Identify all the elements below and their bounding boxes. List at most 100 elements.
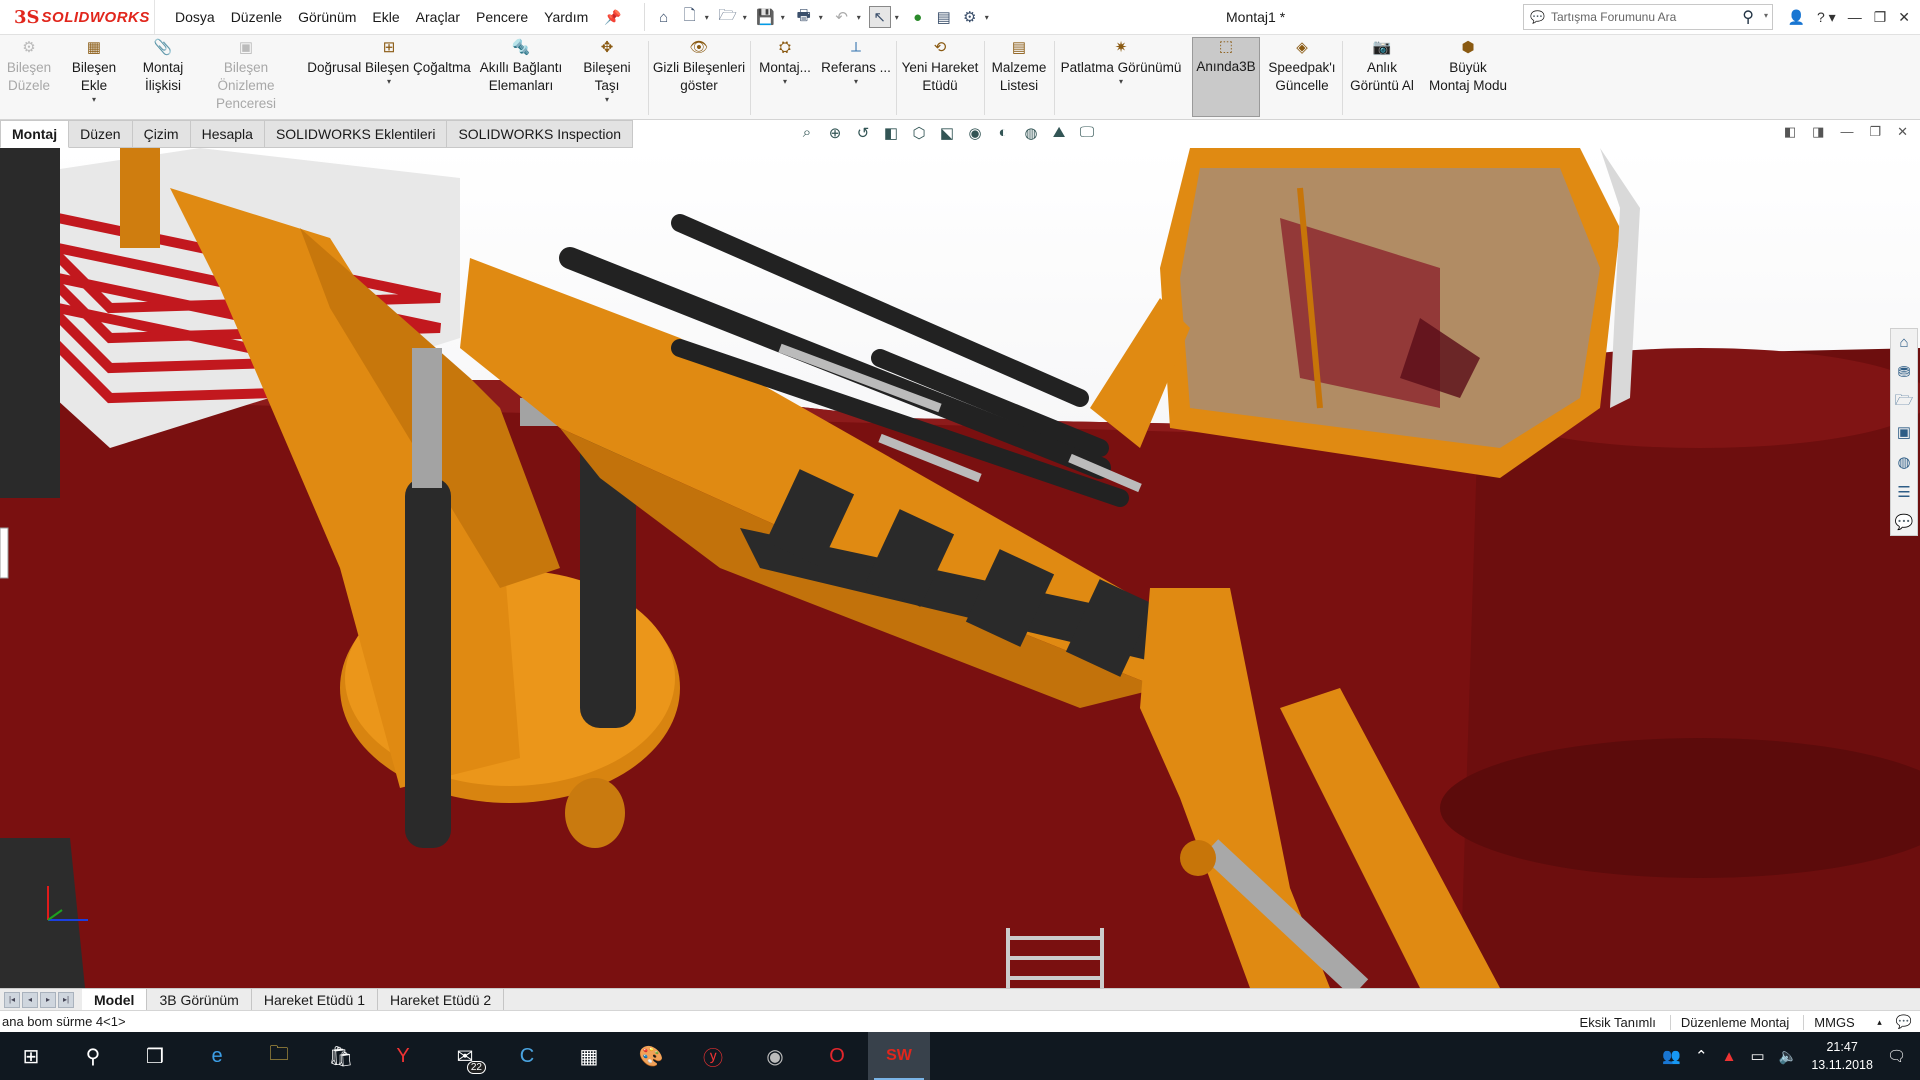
battery-icon[interactable]: ▭ xyxy=(1750,1047,1764,1065)
menu-window[interactable]: Pencere xyxy=(468,9,536,25)
show-hidden-components-button[interactable]: 👁 Gizli Bileşenleri göster xyxy=(652,39,746,95)
chevron-down-icon[interactable]: ▾ xyxy=(304,77,474,87)
ccleaner-icon[interactable]: C xyxy=(496,1032,558,1080)
restore-icon[interactable]: ❐ xyxy=(1874,9,1887,26)
store-icon[interactable]: 🛍 xyxy=(310,1032,372,1080)
tile-left-icon[interactable]: ◧ xyxy=(1784,124,1796,140)
user-icon[interactable]: 👤 xyxy=(1788,9,1805,26)
bill-of-materials-button[interactable]: ▤ Malzeme Listesi xyxy=(988,39,1050,95)
chevron-down-icon[interactable]: ▾ xyxy=(1764,11,1768,20)
viewport-close-icon[interactable]: ✕ xyxy=(1897,124,1908,140)
tab-assembly[interactable]: Montaj xyxy=(0,120,70,148)
linear-pattern-button[interactable]: ⊞ Doğrusal Bileşen Çoğaltma ▾ xyxy=(304,39,474,87)
chevron-down-icon[interactable]: ▾ xyxy=(985,13,993,22)
edit-component-button[interactable]: ⚙ Bileşen Düzele xyxy=(6,39,52,95)
appearances-icon[interactable]: ◍ xyxy=(1891,449,1917,475)
chevron-down-icon[interactable]: ▾ xyxy=(895,13,903,22)
antivirus-icon[interactable]: ▲ xyxy=(1722,1048,1737,1065)
chevron-down-icon[interactable]: ▾ xyxy=(819,13,827,22)
volume-icon[interactable]: 🔈 xyxy=(1779,1047,1798,1065)
appearance-icon[interactable]: ◍ xyxy=(1020,124,1042,142)
menu-tools[interactable]: Araçlar xyxy=(408,9,468,25)
chevron-down-icon[interactable]: ▾ xyxy=(1058,77,1184,87)
media-player-icon[interactable]: ◉ xyxy=(744,1032,806,1080)
search-icon[interactable]: ⚲ xyxy=(62,1032,124,1080)
units-selector[interactable]: MMGS xyxy=(1803,1014,1863,1030)
options-gear-icon[interactable]: ⚙ xyxy=(959,6,981,28)
chevron-down-icon[interactable]: ▾ xyxy=(743,13,751,22)
minimize-icon[interactable]: — xyxy=(1848,9,1862,25)
save-icon[interactable]: 💾 xyxy=(755,6,777,28)
opera-browser-icon[interactable]: O xyxy=(806,1032,868,1080)
task-view-icon[interactable]: ❒ xyxy=(124,1032,186,1080)
graphics-area[interactable]: ⌂ ⛃ 🗁 ▣ ◍ ☰ 💬 xyxy=(0,148,1920,988)
paint-icon[interactable]: 🎨 xyxy=(620,1032,682,1080)
menu-edit[interactable]: Düzenle xyxy=(223,9,290,25)
select-pointer-icon[interactable]: ↖ xyxy=(868,6,891,28)
home-icon[interactable]: ⌂ xyxy=(653,6,675,28)
mate-button[interactable]: 📎 Montaj İlişkisi xyxy=(138,39,188,95)
view-settings-icon[interactable]: 🖵 xyxy=(1076,124,1098,142)
pin-icon[interactable]: 📌 xyxy=(596,9,629,26)
take-snapshot-button[interactable]: 📷 Anlık Görüntü Al xyxy=(1346,39,1418,95)
dynamic-annotation-icon[interactable]: ⬡ xyxy=(908,124,930,142)
tab-inspection[interactable]: SOLIDWORKS Inspection xyxy=(447,120,634,148)
custom-properties-icon[interactable]: ☰ xyxy=(1891,479,1917,505)
undo-icon[interactable]: ↶ xyxy=(831,6,853,28)
yandex-browser-icon[interactable]: Y xyxy=(372,1032,434,1080)
menu-view[interactable]: Görünüm xyxy=(290,9,364,25)
forum-icon[interactable]: 💬 xyxy=(1891,509,1917,535)
close-icon[interactable]: ✕ xyxy=(1898,9,1910,26)
tab-evaluate[interactable]: Hesapla xyxy=(190,120,265,148)
viewport-restore-icon[interactable]: ❐ xyxy=(1869,124,1881,140)
chevron-up-icon[interactable]: ▴ xyxy=(1877,1017,1882,1028)
tile-right-icon[interactable]: ◨ xyxy=(1812,124,1824,140)
chevron-down-icon[interactable]: ▾ xyxy=(58,95,130,105)
tab-3d-view[interactable]: 3B Görünüm xyxy=(147,989,252,1010)
large-assembly-mode-button[interactable]: ⬢ Büyük Montaj Modu xyxy=(1422,39,1514,95)
file-properties-icon[interactable]: ▤ xyxy=(933,6,955,28)
chevron-up-icon[interactable]: ⌃ xyxy=(1695,1047,1708,1065)
reference-geometry-button[interactable]: ⟂ Referans ... ▾ xyxy=(820,39,892,87)
file-explorer-icon[interactable]: 🗀 xyxy=(248,1032,310,1080)
last-tab-icon[interactable]: ▸| xyxy=(58,992,74,1008)
calculator-icon[interactable]: ▦ xyxy=(558,1032,620,1080)
solidworks-taskbar-icon[interactable]: SW xyxy=(868,1032,930,1080)
prev-tab-icon[interactable]: ◂ xyxy=(22,992,38,1008)
instant3d-button[interactable]: ⬚ Anında3B xyxy=(1192,37,1260,117)
search-icon[interactable]: ⚲ xyxy=(1742,7,1754,27)
smart-fasteners-button[interactable]: 🔩 Akıllı Bağlantı Elemanları xyxy=(478,39,564,95)
new-motion-study-button[interactable]: ⟲ Yeni Hareket Etüdü xyxy=(900,39,980,95)
zoom-to-area-icon[interactable]: ⊕ xyxy=(824,124,846,142)
view-palette-icon[interactable]: ▣ xyxy=(1891,419,1917,445)
previous-view-icon[interactable]: ↺ xyxy=(852,124,874,142)
edge-browser-icon[interactable]: e xyxy=(186,1032,248,1080)
windows-start-icon[interactable]: ⊞ xyxy=(0,1032,62,1080)
tab-layout[interactable]: Düzen xyxy=(69,120,133,148)
hide-show-items-icon[interactable]: ◐ xyxy=(992,124,1014,142)
assembly-features-button[interactable]: ⛭ Montaj... ▾ xyxy=(754,39,816,87)
insert-component-button[interactable]: ▦ Bileşen Ekle ▾ xyxy=(58,39,130,105)
open-folder-icon[interactable]: 🗁 xyxy=(717,6,739,28)
tab-sketch[interactable]: Çizim xyxy=(132,120,191,148)
tab-model[interactable]: Model xyxy=(82,989,148,1010)
view-orientation-icon[interactable]: ⬕ xyxy=(936,124,958,142)
design-library-icon[interactable]: ⛃ xyxy=(1891,359,1917,385)
notifications-icon[interactable]: 🗨 xyxy=(1887,1047,1906,1065)
people-icon[interactable]: 👥 xyxy=(1662,1047,1681,1065)
component-preview-window-button[interactable]: ▣ Bileşen Önizleme Penceresi xyxy=(194,39,298,113)
chevron-down-icon[interactable]: ▾ xyxy=(570,95,644,105)
menu-insert[interactable]: Ekle xyxy=(364,9,407,25)
move-component-button[interactable]: ✥ Bileşeni Taşı ▾ xyxy=(570,39,644,105)
section-view-icon[interactable]: ◧ xyxy=(880,124,902,142)
update-speedpak-button[interactable]: ◈ Speedpak'ı Güncelle xyxy=(1264,39,1340,95)
menu-file[interactable]: Dosya xyxy=(167,9,223,25)
chevron-down-icon[interactable]: ▾ xyxy=(857,13,865,22)
viewport-minimize-icon[interactable]: — xyxy=(1840,124,1853,140)
crane-assembly-model[interactable] xyxy=(0,148,1920,988)
mail-icon[interactable]: ✉ 22 xyxy=(434,1032,496,1080)
chevron-down-icon[interactable]: ▾ xyxy=(705,13,713,22)
scenes-icon[interactable]: ⛰ xyxy=(1048,124,1070,142)
solidworks-logo[interactable]: 3S SOLIDWORKS xyxy=(0,0,155,34)
print-icon[interactable]: 🖶 xyxy=(793,6,815,28)
